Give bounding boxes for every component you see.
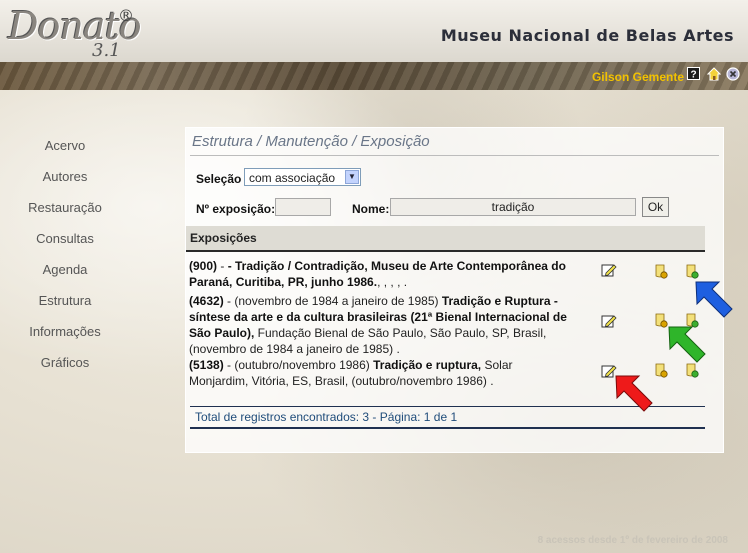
list-item: (5138) - (outubro/novembro 1986) Tradiçã…: [189, 357, 571, 389]
green-arrow-icon: [668, 326, 706, 363]
sidebar-item-estrutura[interactable]: Estrutura: [0, 291, 130, 322]
record-id: (4632): [189, 294, 224, 308]
document-link-icon[interactable]: [653, 263, 669, 279]
sidebar-item-autores[interactable]: Autores: [0, 167, 130, 198]
list-item: (900) - - Tradição / Contradição, Museu …: [189, 258, 571, 290]
selection-label: Seleção: [196, 172, 242, 186]
chevron-down-icon[interactable]: ▼: [345, 170, 359, 184]
exhibition-number-label: Nº exposição:: [196, 202, 276, 216]
record-separator: -: [217, 259, 228, 273]
edit-icon[interactable]: [601, 262, 617, 278]
selection-value: com associação: [249, 171, 336, 185]
sidebar-item-restauracao[interactable]: Restauração: [0, 198, 130, 229]
visit-counter: 8 acessos desde 1º de fevereiro de 2008: [537, 535, 728, 546]
museum-name: Museu Nacional de Belas Artes: [440, 26, 734, 45]
logo-registered-mark: ®: [118, 6, 134, 25]
name-input[interactable]: tradição: [390, 198, 636, 216]
ok-button[interactable]: Ok: [642, 197, 669, 217]
record-title: Tradição e ruptura,: [373, 358, 482, 372]
header: Donato ® 3.1 Museu Nacional de Belas Art…: [0, 0, 748, 62]
record-details: , , , , .: [377, 275, 408, 289]
list-item: (4632) - (novembro de 1984 a janeiro de …: [189, 293, 571, 357]
red-arrow-icon: [615, 375, 653, 412]
records-total: Total de registros encontrados: 3 - Pági…: [195, 410, 458, 424]
sidebar-nav: Acervo Autores Restauração Consultas Age…: [0, 136, 130, 384]
sidebar-item-acervo[interactable]: Acervo: [0, 136, 130, 167]
svg-text:?: ?: [690, 70, 696, 81]
record-id: (5138): [189, 358, 224, 372]
exit-icon[interactable]: [726, 67, 740, 81]
sidebar-item-graficos[interactable]: Gráficos: [0, 353, 130, 384]
logo-version: 3.1: [92, 40, 121, 61]
sidebar-item-informacoes[interactable]: Informações: [0, 322, 130, 353]
section-header: Exposições: [186, 226, 705, 252]
help-icon[interactable]: ?: [687, 67, 700, 80]
edit-icon[interactable]: [601, 313, 617, 329]
blue-arrow-icon: [695, 281, 733, 318]
title-divider: [190, 155, 719, 156]
page-title: Estrutura / Manutenção / Exposição: [192, 133, 430, 150]
top-bar: Gilson Gemente ?: [0, 62, 748, 90]
home-icon[interactable]: [707, 67, 721, 81]
record-separator: - (novembro de 1984 a janeiro de 1985): [223, 294, 442, 308]
record-id: (900): [189, 259, 218, 273]
section-title: Exposições: [190, 231, 257, 245]
document-add-icon[interactable]: [684, 263, 700, 279]
user-name[interactable]: Gilson Gemente: [592, 70, 684, 84]
name-label: Nome:: [352, 202, 390, 216]
exhibition-number-input[interactable]: [275, 198, 331, 216]
record-separator: - (outubro/novembro 1986): [223, 358, 374, 372]
selection-dropdown[interactable]: com associação ▼: [244, 168, 361, 186]
footer-divider-bottom: [190, 427, 705, 429]
sidebar-item-agenda[interactable]: Agenda: [0, 260, 130, 291]
sidebar-item-consultas[interactable]: Consultas: [0, 229, 130, 260]
